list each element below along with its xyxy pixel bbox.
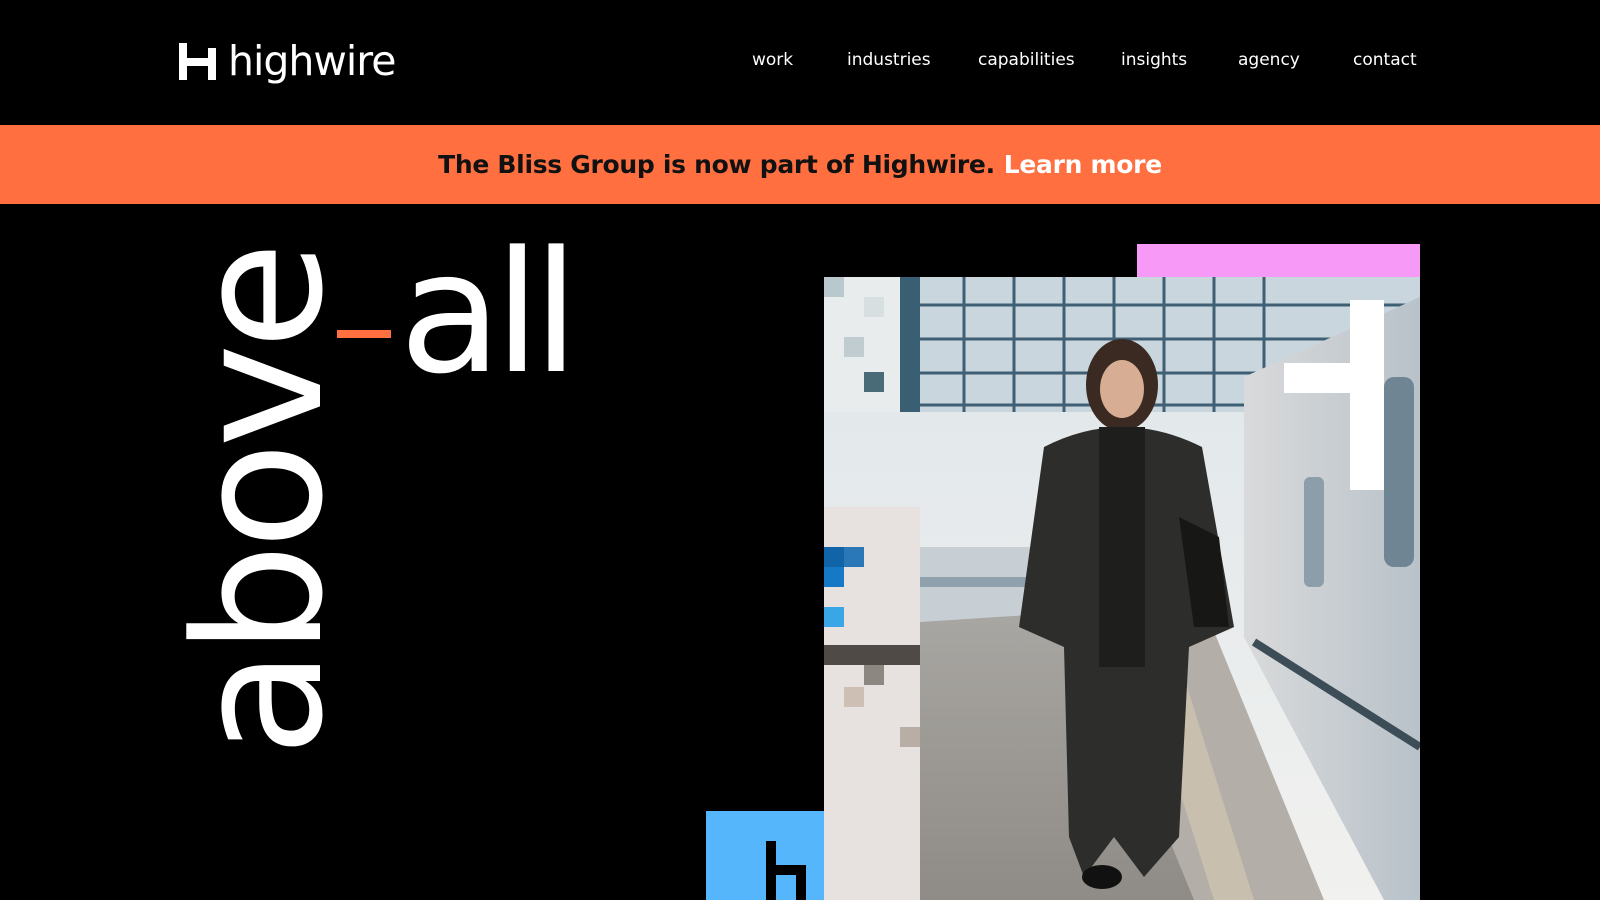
nav-item-contact[interactable]: contact <box>1353 50 1417 70</box>
nav-item-insights[interactable]: insights <box>1121 50 1187 70</box>
logo-wordmark: highwire <box>228 36 396 85</box>
site-header: highwire work industries capabilities in… <box>0 0 1600 125</box>
highwire-glyph-white-icon <box>1284 300 1384 495</box>
banner-text: The Bliss Group is now part of Highwire.… <box>438 150 1162 179</box>
nav-item-industries[interactable]: industries <box>847 50 931 70</box>
logo-link[interactable]: highwire <box>179 36 396 86</box>
pink-accent-bar <box>1137 244 1420 277</box>
nav-item-capabilities[interactable]: capabilities <box>978 50 1075 70</box>
nav-item-agency[interactable]: agency <box>1238 50 1300 70</box>
hero-word-all: all <box>399 215 579 411</box>
hero-dash-accent <box>337 330 391 338</box>
highwire-h-mark-icon <box>179 42 216 80</box>
blue-accent-block <box>706 811 824 900</box>
hero-word-above: above <box>157 247 362 757</box>
highwire-glyph-dark-icon <box>766 841 806 900</box>
announcement-banner: The Bliss Group is now part of Highwire.… <box>0 125 1600 204</box>
learn-more-link[interactable]: Learn more <box>1004 150 1162 179</box>
banner-message: The Bliss Group is now part of Highwire. <box>438 150 995 179</box>
nav-item-work[interactable]: work <box>752 50 793 70</box>
hero-section: above all <box>0 204 1600 900</box>
